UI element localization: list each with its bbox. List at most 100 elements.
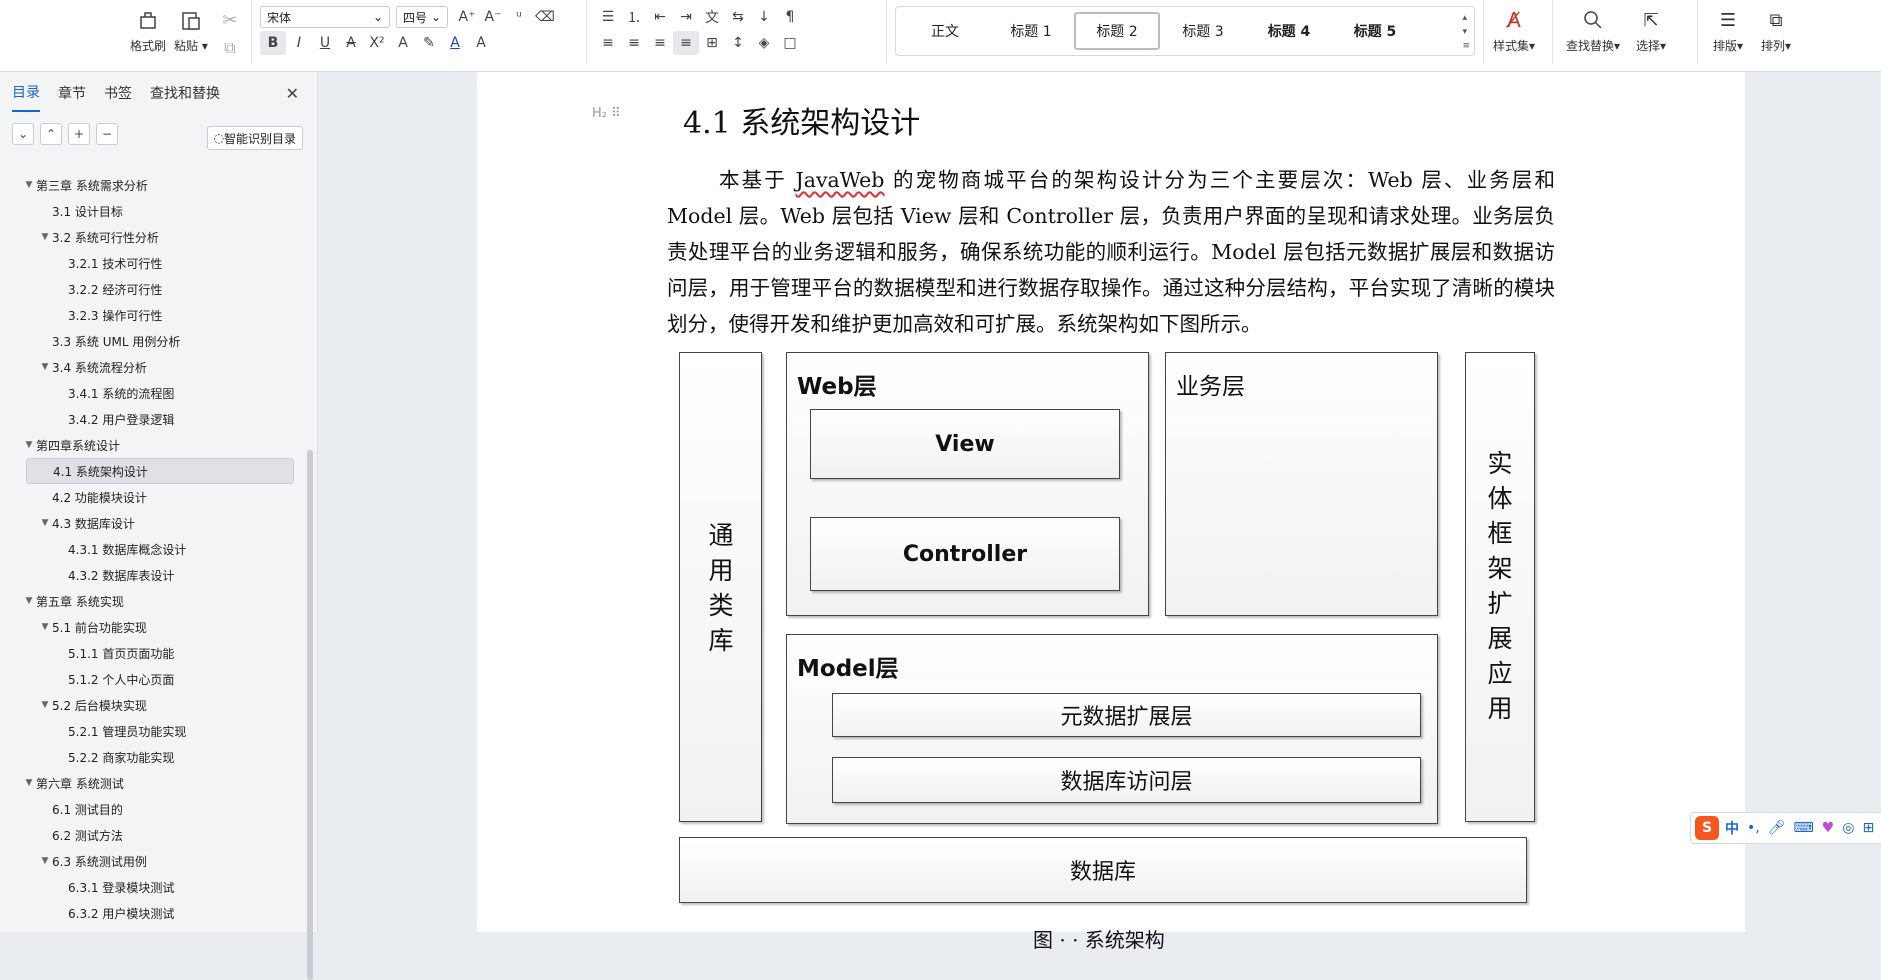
increase-indent-button[interactable]: ⇥ — [673, 5, 699, 29]
collapse-arrow-icon[interactable]: ▼ — [22, 180, 36, 190]
toc-item[interactable]: 6.2 测试方法 — [0, 822, 306, 848]
style-heading-4[interactable]: 标题 4 — [1246, 12, 1332, 50]
close-icon[interactable]: ✕ — [286, 84, 299, 103]
underline-button[interactable]: U — [312, 31, 338, 55]
font-size-select[interactable]: 四号 ⌄ — [396, 6, 448, 28]
align-center-button[interactable]: ≡ — [621, 31, 647, 55]
collapse-arrow-icon[interactable]: ▼ — [22, 440, 36, 450]
collapse-arrow-icon[interactable]: ▼ — [38, 700, 52, 710]
toc-item[interactable]: 5.1.1 首页页面功能 — [0, 640, 306, 666]
grid-icon[interactable]: ⊞ — [1863, 820, 1875, 836]
font-color-button[interactable]: A — [442, 31, 468, 55]
style-set-button[interactable]: A̸ 样式集▾ — [1493, 6, 1535, 54]
punctuation-icon[interactable]: •, — [1747, 820, 1760, 836]
nav-scrollbar[interactable] — [307, 450, 313, 980]
toc-item[interactable]: 5.2.2 商家功能实现 — [0, 744, 306, 770]
toc-item[interactable]: ▼ 3.4 系统流程分析 — [0, 354, 306, 380]
collapse-arrow-icon[interactable]: ▼ — [38, 622, 52, 632]
toc-item[interactable]: ▼ 第三章 系统需求分析 — [0, 172, 306, 198]
style-heading-3[interactable]: 标题 3 — [1160, 12, 1246, 50]
chinese-layout-button[interactable]: 文 — [699, 5, 725, 29]
bullet-list-button[interactable]: ☰ — [595, 5, 621, 29]
align-left-button[interactable]: ≡ — [595, 31, 621, 55]
toc-item[interactable]: 4.1 系统架构设计 — [26, 458, 294, 484]
arrange-button[interactable]: ⧉ 排列▾ — [1756, 6, 1796, 54]
border-button[interactable]: □ — [777, 31, 803, 55]
collapse-arrow-icon[interactable]: ▼ — [38, 362, 52, 372]
show-marks-button[interactable]: ¶ — [777, 5, 803, 29]
style-normal[interactable]: 正文 — [902, 12, 988, 50]
collapse-arrow-icon[interactable]: ▼ — [38, 856, 52, 866]
text-effect-button[interactable]: A — [390, 31, 416, 55]
sogou-logo-icon[interactable]: S — [1695, 816, 1719, 840]
font-name-select[interactable]: 宋体 ⌄ — [260, 6, 390, 28]
toc-item[interactable]: 5.2.1 管理员功能实现 — [0, 718, 306, 744]
highlight-button[interactable]: ✎ — [416, 31, 442, 55]
toc-item[interactable]: 3.4.2 用户登录逻辑 — [0, 406, 306, 432]
toc-item[interactable]: 6.3.1 登录模块测试 — [0, 874, 306, 900]
find-replace-button[interactable]: 查找替换▾ — [1563, 6, 1623, 54]
toc-item[interactable]: 3.4.1 系统的流程图 — [0, 380, 306, 406]
collapse-arrow-icon[interactable]: ▼ — [38, 518, 52, 528]
toc-item[interactable]: ▼ 3.2 系统可行性分析 — [0, 224, 306, 250]
decrease-indent-button[interactable]: ⇤ — [647, 5, 673, 29]
clear-format-button[interactable]: ⌫ — [532, 5, 558, 29]
microphone-icon[interactable]: 🎤︎ — [1768, 820, 1786, 836]
superscript-button[interactable]: X² — [364, 31, 390, 55]
toc-item[interactable]: 3.2.2 经济可行性 — [0, 276, 306, 302]
sort-button[interactable]: ↓ — [751, 5, 777, 29]
cut-button[interactable]: ✂ ⧉ — [216, 6, 244, 62]
toc-item[interactable]: 3.2.1 技术可行性 — [0, 250, 306, 276]
skin-icon[interactable]: ♥ — [1822, 820, 1835, 836]
tab-find-replace[interactable]: 查找和替换 — [150, 75, 220, 111]
document-page[interactable]: H₂ ⠿ 4.1 系统架构设计 本基于 JavaWeb 的宠物商城平台的架构设计… — [477, 72, 1745, 952]
ime-lang-toggle[interactable]: 中 — [1725, 818, 1739, 838]
heading-level-marker[interactable]: H₂ ⠿ — [592, 106, 621, 121]
add-button[interactable]: + — [68, 123, 90, 145]
game-icon[interactable]: ◎ — [1842, 820, 1854, 836]
bold-button[interactable]: B — [260, 31, 286, 55]
toc-item[interactable]: ▼ 第四章系统设计 — [0, 432, 306, 458]
shading-button[interactable]: ◈ — [751, 31, 777, 55]
toc-item[interactable]: ▼ 6.3 系统测试用例 — [0, 848, 306, 874]
toc-item[interactable]: ▼ 第五章 系统实现 — [0, 588, 306, 614]
shrink-font-button[interactable]: A⁻ — [480, 5, 506, 29]
tab-toc[interactable]: 目录 — [12, 74, 40, 112]
italic-button[interactable]: I — [286, 31, 312, 55]
style-heading-1[interactable]: 标题 1 — [988, 12, 1074, 50]
tab-chapters[interactable]: 章节 — [58, 75, 86, 111]
line-spacing-button[interactable]: ↕ — [725, 31, 751, 55]
collapse-button[interactable]: ⌄ — [12, 123, 34, 145]
toc-item[interactable]: 3.2.3 操作可行性 — [0, 302, 306, 328]
collapse-arrow-icon[interactable]: ▼ — [22, 778, 36, 788]
style-heading-2[interactable]: 标题 2 — [1074, 12, 1160, 50]
smart-toc-button[interactable]: ◌ 智能识别目录 — [206, 126, 303, 150]
toc-item[interactable]: 4.2 功能模块设计 — [0, 484, 306, 510]
pinyin-button[interactable]: ᵘ — [506, 5, 532, 29]
collapse-arrow-icon[interactable]: ▼ — [38, 232, 52, 242]
toc-item[interactable]: 3.3 系统 UML 用例分析 — [0, 328, 306, 354]
strikethrough-button[interactable]: A — [338, 31, 364, 55]
toc-item[interactable]: 4.3.2 数据库表设计 — [0, 562, 306, 588]
toc-item[interactable]: 3.1 设计目标 — [0, 198, 306, 224]
toc-item[interactable]: 5.1.2 个人中心页面 — [0, 666, 306, 692]
style-scroll-icon[interactable]: ▴ ▾ ≡ — [1462, 11, 1470, 53]
toc-item[interactable]: 6.1 测试目的 — [0, 796, 306, 822]
layout-button[interactable]: ☰ 排版▾ — [1708, 6, 1748, 54]
justify-button[interactable]: ≡ — [673, 31, 699, 55]
toc-item[interactable]: ▼ 第六章 系统测试 — [0, 770, 306, 796]
grow-font-button[interactable]: A⁺ — [454, 5, 480, 29]
paste-button[interactable]: 粘贴 ▾ — [174, 6, 208, 54]
toc-item[interactable]: ▼ 4.3 数据库设计 — [0, 510, 306, 536]
toc-item[interactable]: 6.3.2 用户模块测试 — [0, 900, 306, 926]
remove-button[interactable]: − — [96, 123, 118, 145]
distribute-button[interactable]: ⊞ — [699, 31, 725, 55]
toc-item[interactable]: ▼ 5.1 前台功能实现 — [0, 614, 306, 640]
char-shading-button[interactable]: A — [468, 31, 494, 55]
select-button[interactable]: ⇱ 选择▾ — [1631, 6, 1671, 54]
number-list-button[interactable]: ⒈ — [621, 5, 647, 29]
expand-button[interactable]: ⌃ — [40, 123, 62, 145]
format-painter-button[interactable]: 格式刷 — [130, 6, 166, 54]
align-right-button[interactable]: ≡ — [647, 31, 673, 55]
toc-item[interactable]: 4.3.1 数据库概念设计 — [0, 536, 306, 562]
